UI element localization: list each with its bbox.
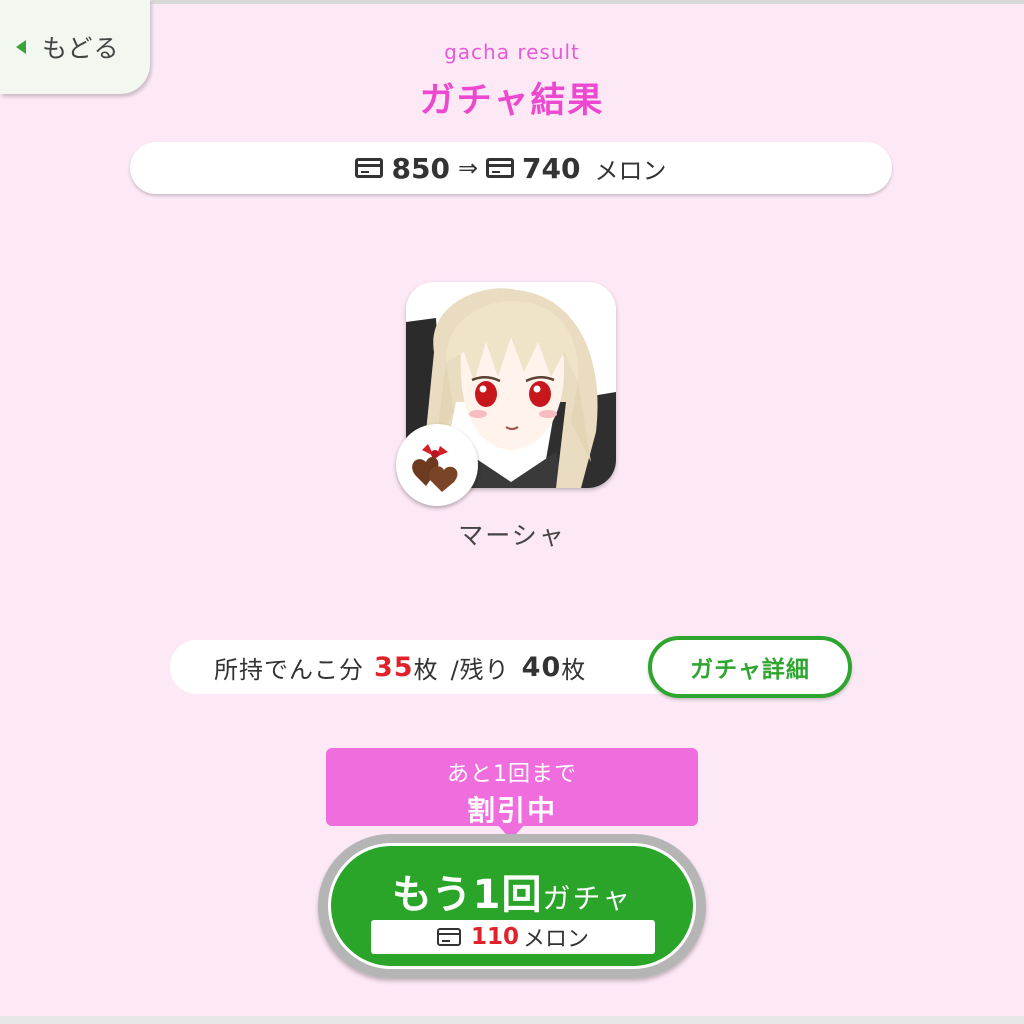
card-icon [436,928,461,946]
balance-after: 740 [522,151,581,185]
card-icon [355,158,384,178]
gacha-again-sub-label: ガチャ [542,882,633,915]
gacha-detail-button[interactable]: ガチャ詳細 [648,636,852,698]
collection-count-bar: 所持でんこ分 35 枚 /残り 40 枚 [170,640,690,694]
gacha-price-unit: メロン [523,927,590,952]
balance-unit: メロン [594,156,667,185]
chocolate-badge [396,424,478,506]
remaining-unit: 枚 [561,655,587,684]
discount-tag: あと1回まで 割引中 [326,748,698,827]
gacha-again-main-label: もう1回 [391,872,543,918]
remaining-count: 40 [521,651,562,683]
bottom-border [0,1016,1024,1024]
character-name: マーシャ [458,521,566,550]
gacha-again-button[interactable]: もう1回ガチャ 110 メロン [328,843,696,969]
melon-balance-bar: 850 ⇒ 740 メロン [130,142,892,194]
balance-arrow: ⇒ [457,154,479,182]
remaining-label: /残り [450,655,510,684]
discount-line1: あと1回まで [447,762,577,787]
balance-before: 850 [391,151,450,185]
discount-line2: 割引中 [466,794,557,827]
page-title: ガチャ結果 [419,81,605,121]
top-border [0,0,1024,4]
owned-label: 所持でんこ分 [214,655,364,684]
gacha-price: 110 [470,924,519,950]
owned-unit: 枚 [413,655,439,684]
owned-count: 35 [374,651,414,683]
card-icon [486,158,515,178]
chocolate-icon [412,444,458,492]
gacha-price-box: 110 メロン [371,920,655,954]
page-subtitle: gacha result [444,40,580,64]
